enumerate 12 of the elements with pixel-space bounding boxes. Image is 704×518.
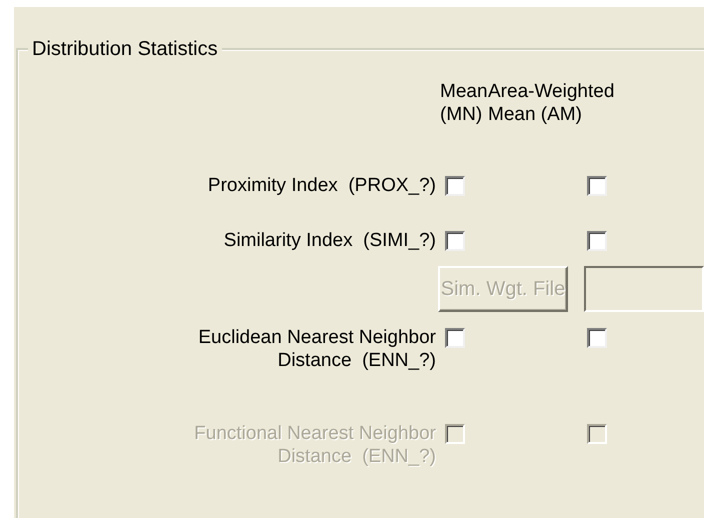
metric-label: Euclidean Nearest Neighbor Distance (ENN_?) (198, 326, 437, 372)
checkbox[interactable] (445, 176, 465, 196)
checkbox[interactable] (587, 328, 607, 348)
metric-label: Proximity Index (PROX_?) (208, 174, 437, 197)
column-header: Mean (MN) (440, 80, 488, 126)
checkbox[interactable] (587, 231, 607, 251)
metric-label: Functional Nearest Neighbor Distance (ENN_?) (194, 422, 437, 468)
checkbox[interactable] (445, 328, 465, 348)
checkbox[interactable] (587, 176, 607, 196)
metric-label: Similarity Index (SIMI_?) (224, 229, 437, 252)
checkbox[interactable] (445, 231, 465, 251)
column-header: Area-Weighted Mean (AM) (488, 80, 616, 126)
